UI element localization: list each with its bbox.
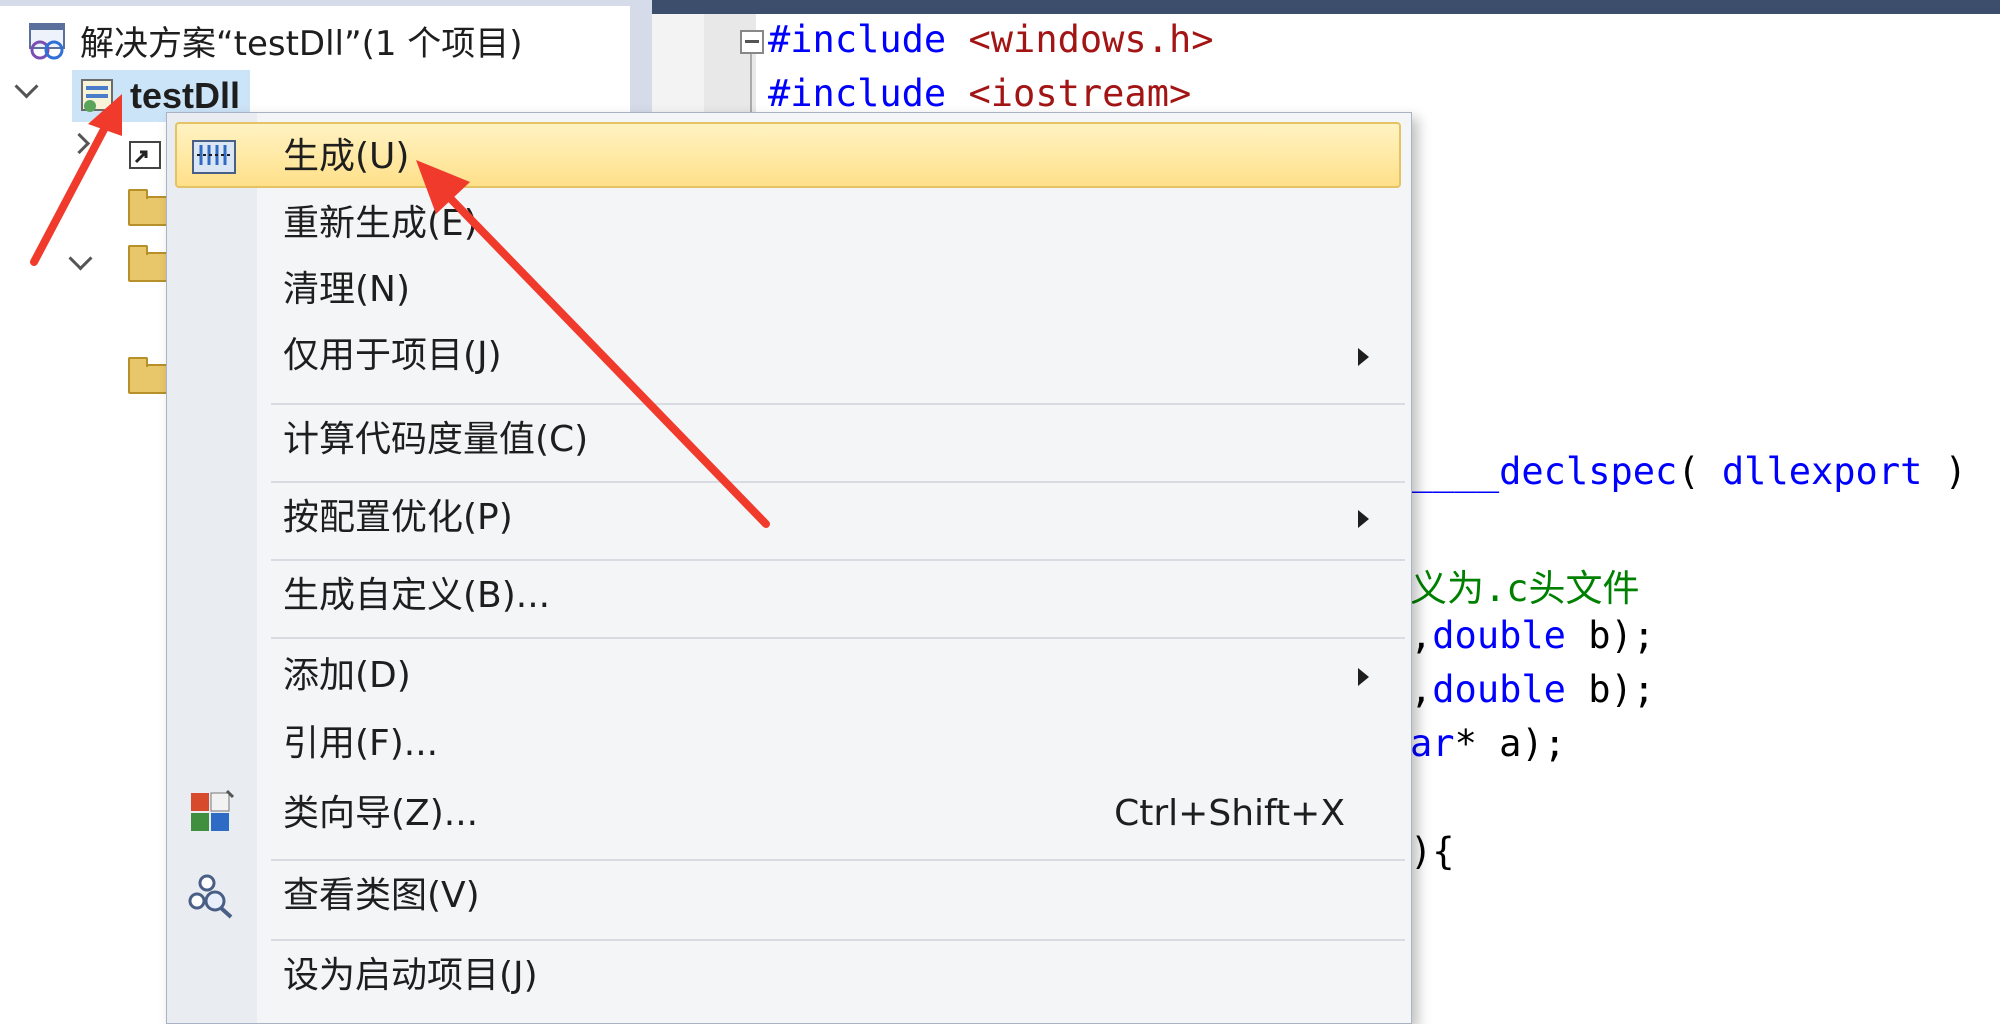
menu-item-label: 按配置优化(P) <box>283 497 513 538</box>
tree-expander-source-folder[interactable] <box>68 246 93 271</box>
class-wizard-icon <box>187 789 237 839</box>
code-line-param-3: ar* a); <box>1410 722 1566 765</box>
code-line-comment: 义为.c头文件 <box>1410 567 1640 610</box>
menu-item-set-startup-project[interactable]: 设为启动项目(J) <box>167 943 1411 1009</box>
menu-separator <box>271 859 1405 861</box>
submenu-arrow-icon <box>1358 510 1369 528</box>
menu-item-label: 清理(N) <box>283 269 411 310</box>
menu-item-add[interactable]: 添加(D) <box>167 643 1411 709</box>
menu-item-view-class-diagram[interactable]: 查看类图(V) <box>167 863 1411 929</box>
submenu-arrow-icon <box>1358 348 1369 366</box>
solution-icon <box>26 20 70 60</box>
menu-separator <box>271 481 1405 483</box>
references-icon <box>128 138 161 169</box>
project-icon <box>78 76 118 116</box>
menu-item-label: 引用(F)... <box>283 723 439 764</box>
menu-separator <box>271 939 1405 941</box>
explorer-top-border <box>0 0 630 6</box>
folder-icon[interactable] <box>128 189 170 226</box>
collapse-region-icon[interactable] <box>740 30 764 54</box>
outline-guide <box>750 54 752 114</box>
solution-label: 解决方案“testDll”(1 个项目) <box>80 23 523 64</box>
menu-separator <box>271 559 1405 561</box>
menu-item-label: 类向导(Z)... <box>283 793 479 834</box>
menu-item-build-customizations[interactable]: 生成自定义(B)... <box>167 563 1411 629</box>
open-folder-icon[interactable] <box>128 245 170 282</box>
tree-expander-references[interactable] <box>68 132 91 155</box>
menu-item-code-metrics[interactable]: 计算代码度量值(C) <box>167 407 1411 473</box>
editor-tab-strip <box>652 0 2000 14</box>
menu-item-label: 添加(D) <box>283 655 411 696</box>
menu-item-label: 设为启动项目(J) <box>283 955 538 996</box>
tree-item-solution[interactable]: 解决方案“testDll”(1 个项目) <box>26 14 523 66</box>
menu-item-references[interactable]: 引用(F)... <box>167 711 1411 777</box>
menu-item-clean[interactable]: 清理(N) <box>167 257 1411 323</box>
menu-item-build[interactable]: 生成(U) <box>175 122 1401 188</box>
submenu-arrow-icon <box>1358 668 1369 686</box>
class-diagram-icon <box>187 871 237 921</box>
project-label: testDll <box>130 75 241 116</box>
menu-item-label: 查看类图(V) <box>283 875 480 916</box>
code-line-1: #include <windows.h> <box>768 18 1214 61</box>
build-icon <box>189 131 239 181</box>
menu-separator <box>271 637 1405 639</box>
menu-item-rebuild[interactable]: 重新生成(E) <box>167 191 1411 257</box>
tree-expander-project[interactable] <box>14 74 39 99</box>
code-line-brace: ){ <box>1410 830 1455 873</box>
menu-item-label: 生成自定义(B)... <box>283 575 551 616</box>
project-context-menu: 生成(U) 重新生成(E) 清理(N) 仅用于项目(J) 计算代码度量值(C) … <box>166 112 1412 1024</box>
menu-item-label: 仅用于项目(J) <box>283 335 502 376</box>
menu-separator <box>271 403 1405 405</box>
menu-item-label: 计算代码度量值(C) <box>283 419 589 460</box>
menu-item-label: 重新生成(E) <box>283 203 478 244</box>
menu-item-project-only[interactable]: 仅用于项目(J) <box>167 323 1411 389</box>
folder-icon[interactable] <box>128 357 170 394</box>
menu-item-class-wizard[interactable]: 类向导(Z)... Ctrl+Shift+X <box>167 781 1411 847</box>
menu-item-label: 生成(U) <box>283 136 410 177</box>
code-line-param-2: ,double b); <box>1410 668 1656 711</box>
menu-item-shortcut: Ctrl+Shift+X <box>1114 793 1345 834</box>
code-line-2: #include <iostream> <box>768 72 1192 115</box>
menu-item-profile-guided-optimization[interactable]: 按配置优化(P) <box>167 485 1411 551</box>
code-line-declspec: ____declspec( dllexport ) <box>1410 450 1967 493</box>
code-line-param-1: ,double b); <box>1410 614 1656 657</box>
